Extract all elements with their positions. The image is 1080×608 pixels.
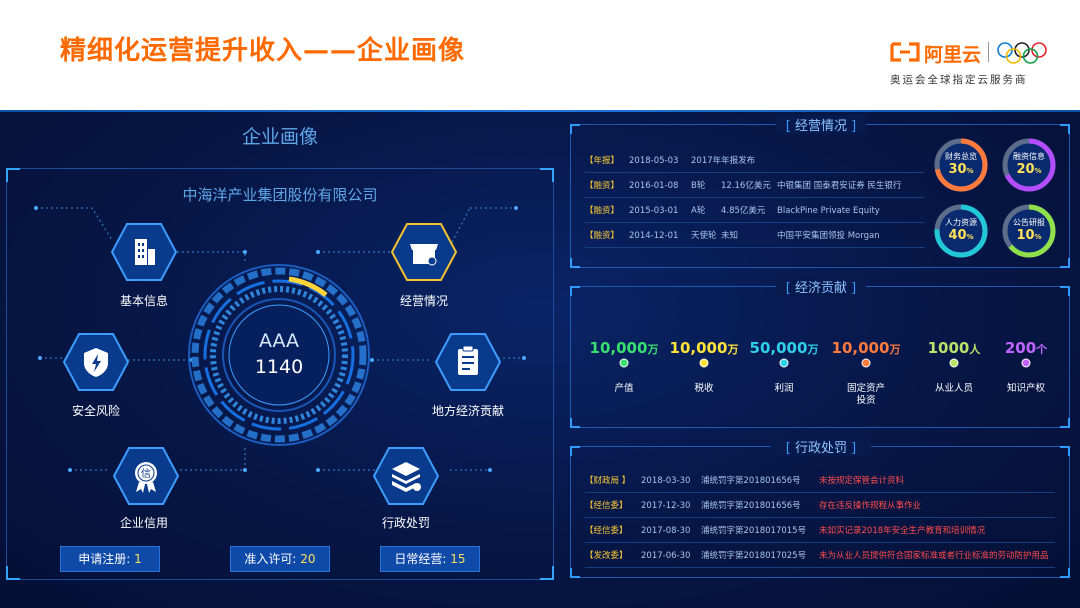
stat-access-permit[interactable]: 准入许可: 20 <box>230 546 330 572</box>
security-risk-node[interactable] <box>62 332 130 392</box>
operations-panel: [ 经营情况 ] 【年报】 2018-05-03 2017年年报发布 【融资】 … <box>570 115 1070 268</box>
ring-hr[interactable]: 人力资源 40% <box>933 203 989 259</box>
aliyun-mark-icon <box>890 42 920 62</box>
penalty-row: 【发改委】 2017-06-30 浦统罚字第2018017025号 未为从业人员… <box>585 544 1055 568</box>
company-name: 中海洋产业集团股份有限公司 <box>182 186 378 204</box>
penalty-row: 【经信委】 2017-12-30 浦统罚字第201801656号 存在违反操作规… <box>585 494 1055 518</box>
operations-row: 【融资】 2015-03-01 A轮 4.85亿美元 BlackPine Pri… <box>585 199 925 223</box>
penalty-panel-title: [ 行政处罚 ] <box>771 437 871 456</box>
operations-row: 【年报】 2018-05-03 2017年年报发布 <box>585 149 925 173</box>
economy-label: 固定资产 投资 <box>846 383 885 406</box>
store-icon <box>410 244 438 266</box>
clipboard-icon <box>458 345 478 375</box>
credit-score: 1140 <box>254 356 304 378</box>
economy-value: 10,000万 <box>669 339 739 357</box>
penalty-row: 【财政局 】 2018-03-30 浦统罚字第201801656号 未按规定保管… <box>585 469 1055 493</box>
timeline-dot <box>699 358 709 368</box>
operations-label: 经营情况 <box>399 294 448 308</box>
ring-financing[interactable]: 融资信息 20% <box>1001 137 1057 193</box>
timeline-dot <box>861 358 871 368</box>
ring-reports[interactable]: 公告研报 10% <box>1001 203 1057 259</box>
stat-daily-operations[interactable]: 日常经营: 15 <box>380 546 480 572</box>
slide-title: 精细化运营提升收入——企业画像 <box>60 36 466 66</box>
olympic-rings-icon <box>997 42 1047 64</box>
credit-score-gauge <box>188 264 370 446</box>
economy-value: 200个 <box>1004 339 1048 357</box>
timeline-dot <box>779 358 789 368</box>
operations-row: 【融资】 2014-12-01 天使轮 未知 中国平安集团领投 Morgan <box>585 224 925 248</box>
operations-panel-title: [ 经营情况 ] <box>776 115 866 134</box>
timeline-dot <box>1021 358 1031 368</box>
penalty-node[interactable] <box>372 446 440 506</box>
economic-contribution-node[interactable] <box>434 332 502 392</box>
credit-label: 企业信用 <box>119 516 168 530</box>
economy-panel: [ 经济贡献 ] 10,000万 10,000万 50,000万 10,000万… <box>570 277 1070 428</box>
basic-info-node[interactable] <box>110 222 178 282</box>
timeline-dot <box>619 358 629 368</box>
logo-divider <box>988 42 989 62</box>
penalty-row: 【经信委】 2017-08-30 浦统罚字第2018017015号 未如实记录2… <box>585 519 1055 543</box>
logo-subtitle: 奥运会全球指定云服务商 <box>890 74 1028 86</box>
timeline-dot <box>949 358 959 368</box>
economy-value: 10,000万 <box>831 339 901 357</box>
ring-finance[interactable]: 财务总览 30% <box>933 137 989 193</box>
aliyun-logo: 阿里云 奥运会全球指定云服务商 <box>890 40 1060 90</box>
economy-label: 利润 <box>774 383 794 394</box>
basic-info-label: 基本信息 <box>119 294 168 308</box>
economic-contribution-label: 地方经济贡献 <box>431 404 504 418</box>
economy-label: 产值 <box>614 383 634 394</box>
credit-node[interactable]: 信 <box>112 446 180 506</box>
operations-row: 【融资】 2016-01-08 B轮 12.16亿美元 中银集团 国泰君安证券 … <box>585 174 925 198</box>
credit-grade: AAA <box>258 330 300 352</box>
security-risk-label: 安全风险 <box>71 404 120 418</box>
logo-text: 阿里云 <box>924 44 982 66</box>
stat-registration[interactable]: 申请注册: 1 <box>60 546 160 572</box>
economy-timeline <box>591 358 1049 368</box>
economy-label: 知识产权 <box>1006 383 1045 394</box>
penalty-label: 行政处罚 <box>381 516 430 530</box>
economy-value: 50,000万 <box>749 339 819 357</box>
portrait-section-title: 企业画像 <box>241 126 318 148</box>
economy-value: 10,000万 <box>589 339 659 357</box>
dashboard: 企业画像 中海洋产业集团股份有限公司 AAA 1140 基本信息 经营情况 安全… <box>0 110 1080 608</box>
economy-label: 税收 <box>694 383 714 394</box>
svg-text:信: 信 <box>141 468 151 480</box>
penalty-panel: [ 行政处罚 ] 【财政局 】 2018-03-30 浦统罚字第20180165… <box>570 437 1070 578</box>
slide-header: 精细化运营提升收入——企业画像 阿里云 奥运会全球指定云服务商 <box>0 0 1080 110</box>
operations-node[interactable] <box>390 222 458 282</box>
